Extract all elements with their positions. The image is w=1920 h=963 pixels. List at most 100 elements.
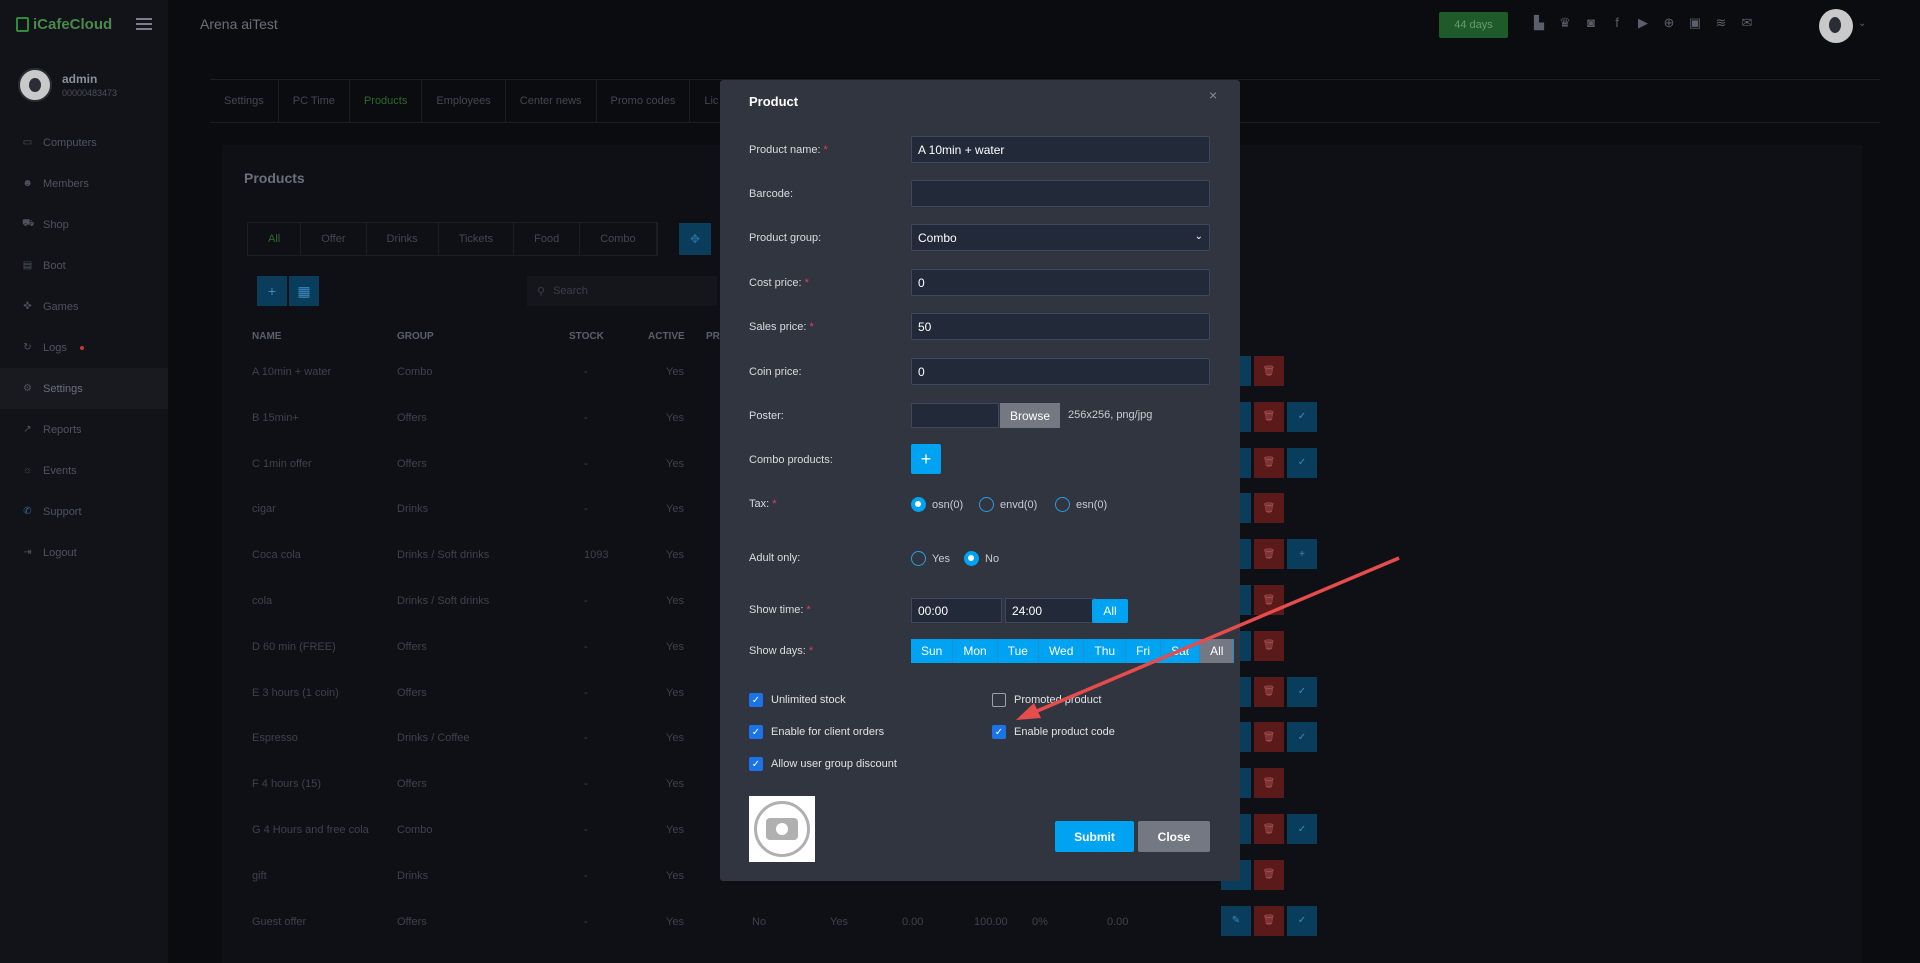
day-sun[interactable]: Sun bbox=[911, 639, 954, 663]
allow-group-discount-checkbox[interactable]: ✓ Allow user group discount bbox=[749, 757, 897, 771]
delete-button[interactable]: 🗑 bbox=[1254, 722, 1284, 753]
chevron-down-icon[interactable]: ⌄ bbox=[1858, 18, 1866, 29]
mail-icon[interactable]: ✉ bbox=[1739, 15, 1755, 31]
calendar-button[interactable]: ▦ bbox=[289, 276, 319, 306]
facebook-icon[interactable]: f bbox=[1609, 15, 1625, 31]
delete-button[interactable]: 🗑 bbox=[1254, 814, 1284, 844]
globe-icon[interactable]: ⊕ bbox=[1661, 15, 1677, 31]
leaderboard-icon[interactable]: ▙ bbox=[1531, 15, 1547, 31]
handshake-icon[interactable]: ≋ bbox=[1713, 15, 1729, 31]
time-to-input[interactable]: 24:00 bbox=[1005, 598, 1096, 623]
day-all[interactable]: All bbox=[1200, 639, 1235, 663]
user-profile[interactable]: admin 00000483473 bbox=[18, 68, 117, 102]
time-from-input[interactable]: 00:00 bbox=[911, 598, 1002, 623]
approve-button[interactable]: ✓ bbox=[1287, 676, 1317, 707]
adult-radio-yes[interactable]: Yes bbox=[911, 551, 950, 566]
filter-all[interactable]: All bbox=[248, 223, 302, 255]
promoted-product-checkbox[interactable]: Promoted product bbox=[992, 693, 1101, 707]
delete-button[interactable]: 🗑 bbox=[1254, 859, 1284, 890]
day-thu[interactable]: Thu bbox=[1084, 639, 1127, 663]
tab-pc-time[interactable]: PC Time bbox=[279, 80, 350, 122]
filter-offer[interactable]: Offer bbox=[301, 223, 367, 255]
approve-button[interactable]: ✓ bbox=[1287, 814, 1317, 844]
close-icon[interactable]: × bbox=[1209, 87, 1217, 103]
barcode-input[interactable] bbox=[911, 180, 1210, 207]
sidebar-item-support[interactable]: ✆ Support bbox=[0, 491, 168, 532]
approve-button[interactable]: ✓ bbox=[1287, 722, 1317, 753]
delete-button[interactable]: 🗑 bbox=[1254, 493, 1284, 524]
tax-radio-osn[interactable]: osn(0) bbox=[911, 497, 963, 512]
day-fri[interactable]: Fri bbox=[1126, 639, 1162, 663]
sidebar-item-logs[interactable]: ↻ Logs bbox=[0, 327, 168, 368]
delete-button[interactable]: 🗑 bbox=[1254, 356, 1284, 386]
day-tue[interactable]: Tue bbox=[997, 639, 1039, 663]
filter-food[interactable]: Food bbox=[514, 223, 581, 255]
time-all-button[interactable]: All bbox=[1092, 599, 1128, 623]
submit-button[interactable]: Submit bbox=[1055, 821, 1134, 852]
add-stock-button[interactable]: + bbox=[1287, 539, 1317, 570]
column-header[interactable]: PR bbox=[706, 331, 720, 342]
delete-button[interactable]: 🗑 bbox=[1254, 447, 1284, 478]
browse-button[interactable]: Browse bbox=[1000, 403, 1060, 428]
product-group-select[interactable]: Combo ⌄ bbox=[911, 224, 1210, 251]
tab-center-news[interactable]: Center news bbox=[506, 80, 597, 122]
app-logo[interactable]: iCafeCloud bbox=[16, 16, 112, 33]
delete-button[interactable]: 🗑 bbox=[1254, 401, 1284, 432]
edit-button[interactable]: ✎ bbox=[1221, 905, 1251, 936]
sidebar-item-boot[interactable]: ▤ Boot bbox=[0, 245, 168, 286]
tab-settings[interactable]: Settings bbox=[210, 80, 279, 122]
sidebar-item-shop[interactable]: ⛟ Shop bbox=[0, 204, 168, 245]
search-input[interactable]: ⚲ Search bbox=[527, 276, 717, 306]
delete-button[interactable]: 🗑 bbox=[1254, 585, 1284, 615]
tax-radio-esn[interactable]: esn(0) bbox=[1055, 497, 1107, 512]
tab-promo-codes[interactable]: Promo codes bbox=[597, 80, 691, 122]
top-avatar[interactable] bbox=[1819, 9, 1853, 43]
tab-products[interactable]: Products bbox=[350, 80, 423, 122]
column-header[interactable]: GROUP bbox=[397, 331, 434, 342]
tab-employees[interactable]: Employees bbox=[422, 80, 506, 122]
license-days-badge[interactable]: 44 days bbox=[1439, 12, 1508, 38]
close-button[interactable]: Close bbox=[1138, 821, 1210, 852]
delete-button[interactable]: 🗑 bbox=[1254, 630, 1284, 661]
youtube-icon[interactable]: ▶ bbox=[1635, 15, 1651, 31]
sidebar-item-settings[interactable]: ⚙ Settings bbox=[0, 368, 168, 409]
day-wed[interactable]: Wed bbox=[1038, 639, 1085, 663]
sales-price-input[interactable]: 50 bbox=[911, 313, 1210, 340]
sidebar-item-reports[interactable]: ↗ Reports bbox=[0, 409, 168, 450]
sidebar-item-members[interactable]: ☻ Members bbox=[0, 163, 168, 204]
poster-preview[interactable] bbox=[749, 796, 815, 862]
delete-button[interactable]: 🗑 bbox=[1254, 676, 1284, 707]
enable-client-orders-checkbox[interactable]: ✓ Enable for client orders bbox=[749, 725, 884, 739]
trophy-icon[interactable]: ♛ bbox=[1557, 15, 1573, 31]
filter-drinks[interactable]: Drinks bbox=[367, 223, 439, 255]
delete-button[interactable]: 🗑 bbox=[1254, 905, 1284, 936]
discord-icon[interactable]: ◙ bbox=[1583, 15, 1599, 31]
sidebar-item-games[interactable]: ✜ Games bbox=[0, 286, 168, 327]
sidebar-item-events[interactable]: ☼ Events bbox=[0, 450, 168, 491]
day-sat[interactable]: Sat bbox=[1161, 639, 1201, 663]
column-header[interactable]: NAME bbox=[252, 331, 281, 342]
add-product-button[interactable]: + bbox=[257, 276, 287, 306]
delete-button[interactable]: 🗑 bbox=[1254, 768, 1284, 799]
approve-button[interactable]: ✓ bbox=[1287, 447, 1317, 478]
add-combo-product-button[interactable]: + bbox=[911, 444, 941, 474]
cost-price-input[interactable]: 0 bbox=[911, 269, 1210, 296]
menu-toggle-icon[interactable] bbox=[136, 18, 152, 30]
column-header[interactable]: STOCK bbox=[569, 331, 604, 342]
filter-tickets[interactable]: Tickets bbox=[439, 223, 515, 255]
sidebar-item-computers[interactable]: ▭ Computers bbox=[0, 122, 168, 163]
poster-file-input[interactable] bbox=[911, 403, 999, 428]
product-name-input[interactable]: A 10min + water bbox=[911, 136, 1210, 163]
coin-price-input[interactable]: 0 bbox=[911, 358, 1210, 385]
delete-button[interactable]: 🗑 bbox=[1254, 539, 1284, 570]
group-settings-button[interactable]: ✥ bbox=[679, 223, 711, 255]
enable-product-code-checkbox[interactable]: ✓ Enable product code bbox=[992, 725, 1115, 739]
filter-combo[interactable]: Combo bbox=[580, 223, 657, 255]
tax-radio-envd[interactable]: envd(0) bbox=[979, 497, 1037, 512]
sidebar-item-logout[interactable]: ⇥ Logout bbox=[0, 532, 168, 573]
unlimited-stock-checkbox[interactable]: ✓ Unlimited stock bbox=[749, 693, 846, 707]
column-header[interactable]: ACTIVE bbox=[648, 331, 685, 342]
wiki-icon[interactable]: ▣ bbox=[1687, 15, 1703, 31]
approve-button[interactable]: ✓ bbox=[1287, 905, 1317, 936]
approve-button[interactable]: ✓ bbox=[1287, 401, 1317, 432]
